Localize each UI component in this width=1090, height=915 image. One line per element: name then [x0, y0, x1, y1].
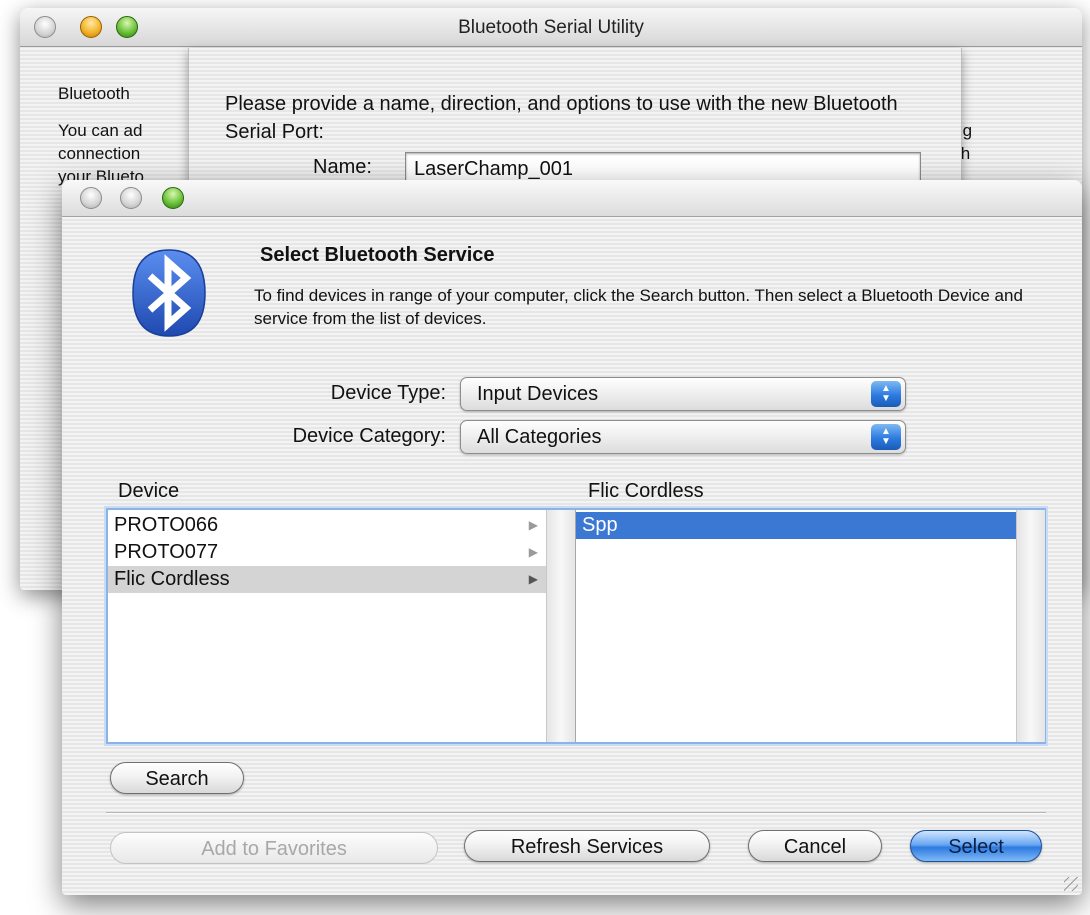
device-type-value: Input Devices [477, 383, 599, 405]
select-button[interactable]: Select [910, 830, 1042, 862]
device-service-browser: PROTO066 ▶ PROTO077 ▶ Flic Cordless ▶ Sp… [106, 508, 1046, 744]
button-divider [106, 812, 1046, 814]
zoom-button[interactable] [162, 187, 184, 209]
service-row-selected[interactable]: Spp [576, 512, 1016, 539]
cancel-button[interactable]: Cancel [748, 830, 882, 862]
device-row[interactable]: PROTO077 ▶ [108, 539, 546, 566]
dialog-title: Select Bluetooth Service [260, 244, 495, 266]
dialog-description: To find devices in range of your compute… [254, 286, 1023, 328]
device-column-header: Device [118, 480, 180, 502]
device-row[interactable]: PROTO066 ▶ [108, 512, 546, 539]
device-type-label: Device Type: [330, 382, 446, 404]
search-button[interactable]: Search [110, 762, 244, 794]
resize-grip-icon[interactable] [1064, 877, 1078, 891]
name-label: Name: [313, 156, 372, 178]
device-row-selected[interactable]: Flic Cordless ▶ [108, 566, 546, 593]
select-bluetooth-service-dialog: Select Bluetooth Service To find devices… [62, 180, 1082, 895]
dialog-titlebar[interactable] [62, 180, 1082, 217]
popup-arrows-icon: ▲ ▼ [871, 424, 901, 450]
device-type-popup[interactable]: Input Devices ▲ ▼ [460, 377, 906, 411]
device-name: Flic Cordless [114, 568, 230, 590]
back-window-titlebar[interactable]: Bluetooth Serial Utility [20, 8, 1082, 47]
device-list[interactable]: PROTO066 ▶ PROTO077 ▶ Flic Cordless ▶ [108, 510, 546, 742]
back-desc-line-1: You can ad [58, 121, 143, 140]
device-name: PROTO066 [114, 514, 219, 536]
service-column-header: Flic Cordless [588, 480, 704, 502]
close-button-disabled [80, 187, 102, 209]
disclosure-arrow-icon: ▶ [528, 518, 538, 532]
device-name: PROTO077 [114, 541, 219, 563]
new-serial-port-sheet: Please provide a name, direction, and op… [188, 48, 962, 198]
service-list-scrollbar[interactable] [1016, 510, 1045, 742]
service-name: Spp [582, 514, 618, 536]
service-list[interactable]: Spp [576, 510, 1016, 742]
bluetooth-icon [132, 249, 206, 337]
disclosure-arrow-icon: ▶ [528, 545, 538, 559]
device-category-value: All Categories [477, 426, 602, 448]
add-to-favorites-button[interactable]: Add to Favorites [110, 832, 438, 864]
sheet-prompt-text: Please provide a name, direction, and op… [225, 93, 898, 143]
device-list-scrollbar[interactable] [546, 510, 576, 742]
back-heading-partial: Bluetooth [58, 84, 130, 103]
device-category-popup[interactable]: All Categories ▲ ▼ [460, 420, 906, 454]
popup-arrows-icon: ▲ ▼ [871, 381, 901, 407]
minimize-button-disabled [120, 187, 142, 209]
back-desc-line-2: connection [58, 144, 141, 163]
device-category-label: Device Category: [292, 425, 446, 447]
window-title: Bluetooth Serial Utility [458, 17, 644, 38]
disclosure-arrow-icon: ▶ [528, 572, 538, 586]
refresh-services-button[interactable]: Refresh Services [464, 830, 710, 862]
